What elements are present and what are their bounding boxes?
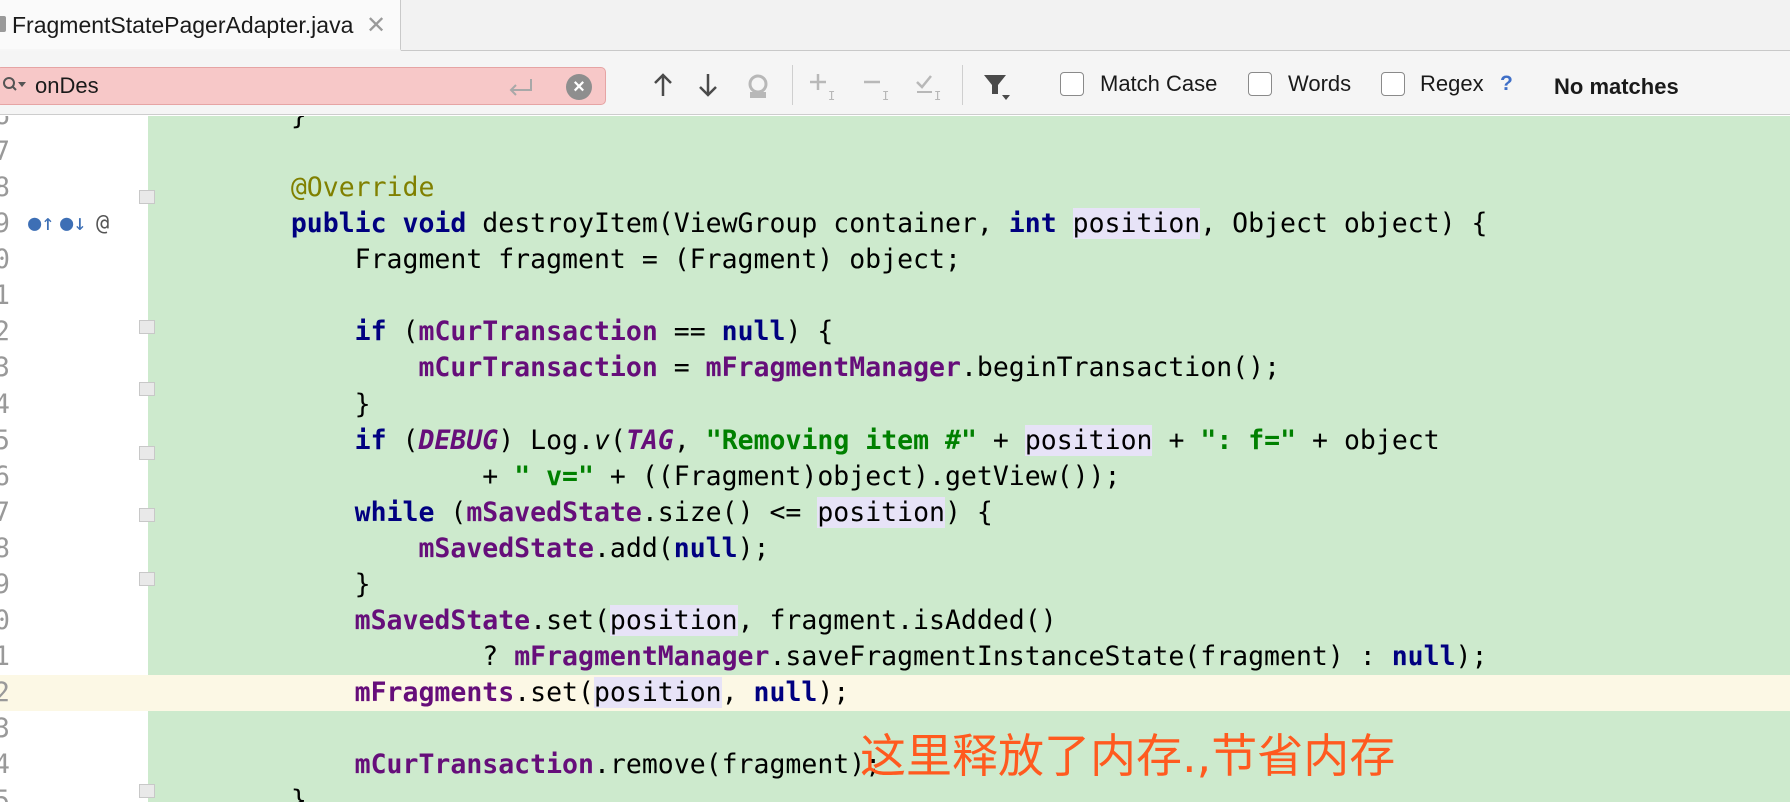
code-line: 1 ? mFragmentManager.saveFragmentInstanc… <box>0 639 1790 675</box>
tab-fragment-state-pager-adapter[interactable]: FragmentStatePagerAdapter.java ✕ <box>0 0 401 51</box>
line-number: 8 <box>0 172 10 204</box>
code-line: 0 mSavedState.set(position, fragment.isA… <box>0 603 1790 639</box>
regex-checkbox[interactable] <box>1381 72 1405 96</box>
search-query[interactable]: onDes <box>35 73 99 99</box>
code-line: 7 while (mSavedState.size() <= position)… <box>0 495 1790 531</box>
line-number: 6 <box>0 116 10 134</box>
search-history-icon[interactable] <box>1 72 29 100</box>
code-text: } <box>227 568 371 600</box>
code-editor[interactable]: 6 } 7 8 @Override 9 ●↑ ●↓ @ public void … <box>0 116 1790 802</box>
line-number: 3 <box>0 713 10 745</box>
editor-tab-bar: FragmentStatePagerAdapter.java ✕ <box>0 0 1790 51</box>
code-text: mFragments.set(position, null); <box>354 677 850 708</box>
line-number: 4 <box>0 388 10 420</box>
line-number: 1 <box>0 641 10 672</box>
select-all-occurrences-icon[interactable]: I <box>914 72 948 102</box>
line-number: 9 <box>0 208 10 240</box>
java-file-icon <box>0 16 6 32</box>
at-icon[interactable]: @ <box>96 206 109 242</box>
next-occurrence-icon[interactable] <box>696 72 720 98</box>
words-checkbox[interactable] <box>1248 72 1272 96</box>
svg-text:I: I <box>828 89 835 102</box>
code-text: } <box>227 388 371 420</box>
code-line: 6 } <box>0 116 1790 134</box>
filter-icon[interactable] <box>982 72 1014 104</box>
enter-icon <box>509 79 532 96</box>
line-number: 9 <box>0 568 10 600</box>
line-number: 2 <box>0 677 10 708</box>
code-line: 8 @Override <box>0 170 1790 206</box>
code-text: } <box>227 785 307 802</box>
previous-occurrence-icon[interactable] <box>651 72 675 98</box>
code-text: if (DEBUG) Log.v(TAG, "Removing item #" … <box>354 424 1440 456</box>
find-all-icon[interactable] <box>744 72 774 102</box>
code-line: 4 } <box>0 387 1790 423</box>
line-number: 0 <box>0 244 10 276</box>
find-toolbar: onDes × I I I Match Case Words Regex ? N… <box>0 51 1790 115</box>
code-text: mSavedState.set(position, fragment.isAdd… <box>354 604 1057 636</box>
code-line: 6 + " v=" + ((Fragment)object).getView()… <box>0 459 1790 495</box>
code-line: 8 mSavedState.add(null); <box>0 531 1790 567</box>
line-number: 7 <box>0 136 10 168</box>
override-up-icon[interactable]: ●↑ <box>28 206 55 242</box>
code-text: mCurTransaction.remove(fragment); <box>354 749 882 781</box>
code-text: } <box>227 116 307 134</box>
line-number: 7 <box>0 496 10 528</box>
remove-occurrence-icon[interactable]: I <box>862 72 896 102</box>
code-line: 9 } <box>0 567 1790 603</box>
code-text: @Override <box>290 172 435 204</box>
svg-text:I: I <box>882 89 889 102</box>
line-number: 6 <box>0 460 10 492</box>
toolbar-separator <box>792 65 793 105</box>
add-occurrence-icon[interactable]: I <box>808 72 842 102</box>
annotation-overlay-text: 这里释放了内存.,节省内存 <box>860 729 1396 783</box>
code-text: ? mFragmentManager.saveFragmentInstanceS… <box>227 641 1488 672</box>
code-line-current: 2 mFragments.set(position, null); <box>0 675 1790 711</box>
line-number: 0 <box>0 604 10 636</box>
close-tab-icon[interactable]: ✕ <box>366 11 386 40</box>
code-text: if (mCurTransaction == null) { <box>354 316 834 348</box>
regex-label: Regex <box>1420 71 1484 96</box>
code-line: 0 Fragment fragment = (Fragment) object; <box>0 242 1790 278</box>
code-line: 3 mCurTransaction = mFragmentManager.beg… <box>0 350 1790 386</box>
line-number: 5 <box>0 785 10 802</box>
search-status: No matches <box>1554 74 1679 99</box>
regex-help-icon[interactable]: ? <box>1500 72 1513 96</box>
code-line: 1 <box>0 278 1790 314</box>
tab-label: FragmentStatePagerAdapter.java <box>12 12 354 38</box>
toolbar-separator <box>962 65 963 105</box>
match-case-label: Match Case <box>1100 71 1218 96</box>
code-text: public void destroyItem(ViewGroup contai… <box>290 208 1488 240</box>
line-number: 1 <box>0 280 10 312</box>
match-case-checkbox[interactable] <box>1060 72 1084 96</box>
override-down-icon[interactable]: ●↓ <box>60 206 87 242</box>
code-line: 5 } <box>0 783 1790 802</box>
code-text: while (mSavedState.size() <= position) { <box>354 496 993 528</box>
line-number: 5 <box>0 424 10 456</box>
code-text: Fragment fragment = (Fragment) object; <box>227 244 961 276</box>
code-line: 7 <box>0 134 1790 170</box>
clear-search-icon[interactable]: × <box>566 74 592 100</box>
line-number: 3 <box>0 352 10 384</box>
code-line: 2 if (mCurTransaction == null) { <box>0 314 1790 350</box>
code-line: 5 if (DEBUG) Log.v(TAG, "Removing item #… <box>0 423 1790 459</box>
code-text: mSavedState.add(null); <box>418 532 770 564</box>
line-number: 8 <box>0 532 10 564</box>
code-line: 9 ●↑ ●↓ @ public void destroyItem(ViewGr… <box>0 206 1790 242</box>
line-number: 2 <box>0 316 10 348</box>
svg-text:I: I <box>934 89 941 102</box>
code-text: + " v=" + ((Fragment)object).getView()); <box>227 460 1121 492</box>
line-number: 4 <box>0 749 10 781</box>
words-label: Words <box>1288 71 1352 96</box>
code-text: mCurTransaction = mFragmentManager.begin… <box>418 352 1281 384</box>
search-input[interactable]: onDes × <box>0 67 606 105</box>
